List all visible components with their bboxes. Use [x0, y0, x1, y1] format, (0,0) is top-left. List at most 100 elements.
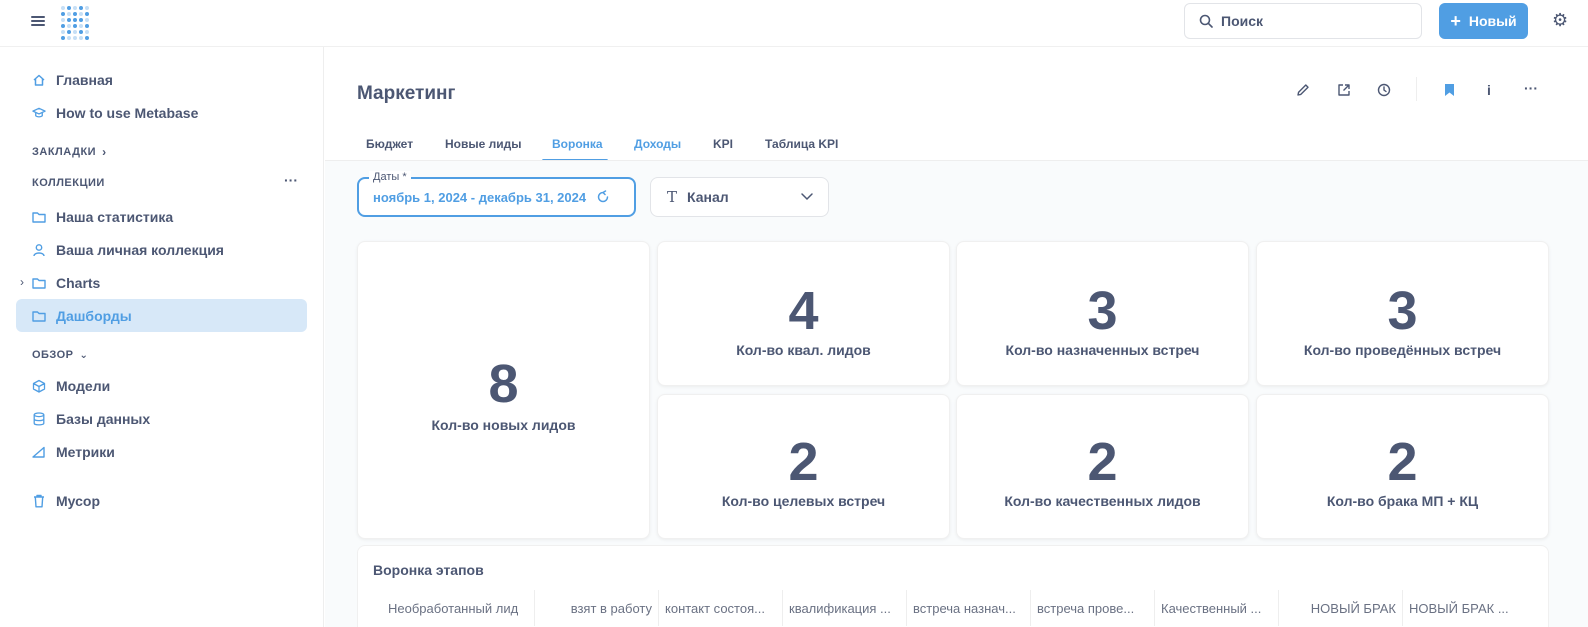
- sidebar-item-trash[interactable]: Мусор: [16, 484, 307, 517]
- scalar-value: 2: [1387, 432, 1418, 492]
- channel-filter-label: Канал: [687, 189, 729, 205]
- sidebar-item-charts[interactable]: Charts: [16, 266, 307, 299]
- new-button[interactable]: + Новый: [1439, 3, 1528, 39]
- scalar-value: 2: [1087, 432, 1118, 492]
- header-divider: [1416, 77, 1417, 101]
- tab-kpi-table[interactable]: Таблица KPI: [765, 137, 838, 151]
- scalar-caption: Кол-во квал. лидов: [736, 342, 871, 358]
- metabase-logo[interactable]: [61, 6, 89, 40]
- history-icon[interactable]: [1374, 79, 1394, 101]
- funnel-column-header[interactable]: НОВЫЙ БРАК ...: [1403, 590, 1527, 626]
- sidebar-item-label: Ваша личная коллекция: [56, 241, 224, 258]
- top-bar: Поиск + Новый ⚙: [0, 0, 1588, 47]
- tab-budget[interactable]: Бюджет: [366, 137, 413, 151]
- sidebar: Главная How to use Metabase ЗАКЛАДКИ › К…: [0, 47, 324, 627]
- scalar-card-target-meetings[interactable]: 2 Кол-во целевых встреч: [657, 394, 950, 539]
- chevron-down-icon: [801, 193, 813, 201]
- funnel-column-header[interactable]: НОВЫЙ БРАК: [1279, 590, 1403, 626]
- trash-icon: [32, 494, 46, 508]
- sidebar-toggle-icon[interactable]: [31, 14, 45, 28]
- edit-icon[interactable]: [1293, 79, 1313, 101]
- sidebar-item-label: Charts: [56, 274, 101, 291]
- sidebar-item-databases[interactable]: Базы данных: [16, 402, 307, 435]
- sidebar-item-how-to-use[interactable]: How to use Metabase: [16, 96, 307, 129]
- database-icon: [32, 411, 46, 426]
- scalar-value: 3: [1087, 281, 1118, 341]
- funnel-column-header[interactable]: Необработанный лид: [382, 590, 535, 626]
- chevron-right-icon: ›: [102, 145, 107, 159]
- learn-icon: [32, 106, 46, 120]
- scalar-caption: Кол-во проведённых встреч: [1303, 342, 1502, 358]
- bookmark-icon[interactable]: [1439, 79, 1459, 101]
- scalar-caption: Кол-во назначенных встреч: [1005, 342, 1200, 358]
- sidebar-item-label: Наша статистика: [56, 208, 174, 225]
- sidebar-item-dashboards[interactable]: Дашборды: [16, 299, 307, 332]
- reset-icon[interactable]: [596, 190, 610, 204]
- scalar-caption: Кол-во целевых встреч: [721, 493, 886, 509]
- scalar-card-defects[interactable]: 2 Кол-во брака МП + КЦ: [1256, 394, 1549, 539]
- home-icon: [32, 73, 46, 87]
- tab-revenue[interactable]: Доходы: [634, 137, 681, 151]
- sidebar-item-label: Модели: [56, 377, 111, 394]
- more-options-icon[interactable]: ···: [1521, 77, 1541, 99]
- scalar-card-new-leads[interactable]: 8 Кол-во новых лидов: [357, 241, 650, 539]
- scalar-caption: Кол-во качественных лидов: [1004, 493, 1201, 509]
- scalar-value: 8: [488, 354, 519, 414]
- scalar-card-qualified-leads[interactable]: 4 Кол-во квал. лидов: [657, 241, 950, 386]
- tab-funnel[interactable]: Воронка: [552, 137, 603, 151]
- scalar-card-scheduled-meetings[interactable]: 3 Кол-во назначенных встреч: [956, 241, 1249, 386]
- scalar-caption: Кол-во новых лидов: [431, 417, 576, 433]
- date-filter[interactable]: Даты * ноябрь 1, 2024 - декабрь 31, 2024: [357, 171, 636, 217]
- channel-filter[interactable]: T Канал: [650, 177, 829, 217]
- date-filter-value: ноябрь 1, 2024 - декабрь 31, 2024: [373, 189, 587, 205]
- metric-icon: [32, 445, 46, 459]
- scalar-card-held-meetings[interactable]: 3 Кол-во проведённых встреч: [1256, 241, 1549, 386]
- folder-icon: [32, 309, 46, 323]
- main-content: Маркетинг i ··· Бюджет Новые лиды Воронк…: [325, 47, 1588, 627]
- collections-heading: КОЛЛЕКЦИИ: [32, 177, 105, 189]
- search-placeholder: Поиск: [1221, 13, 1264, 29]
- scalar-caption: Кол-во брака МП + КЦ: [1326, 493, 1479, 509]
- bookmarks-heading-label: ЗАКЛАДКИ: [32, 146, 97, 158]
- search-input[interactable]: Поиск: [1184, 3, 1422, 39]
- sidebar-item-models[interactable]: Модели: [16, 369, 307, 402]
- funnel-column-header[interactable]: Качественный ...: [1155, 590, 1279, 626]
- scalar-card-quality-leads[interactable]: 2 Кол-во качественных лидов: [956, 394, 1249, 539]
- info-icon[interactable]: i: [1479, 79, 1499, 101]
- scalar-value: 3: [1387, 281, 1418, 341]
- sidebar-item-label: Базы данных: [56, 410, 151, 427]
- sidebar-item-personal-collection[interactable]: Ваша личная коллекция: [16, 233, 307, 266]
- search-icon: [1199, 14, 1213, 28]
- browse-heading-label: ОБЗОР: [32, 349, 74, 361]
- sidebar-item-home[interactable]: Главная: [16, 63, 307, 96]
- funnel-title: Воронка этапов: [373, 562, 484, 578]
- sidebar-item-label: Дашборды: [56, 307, 132, 324]
- page-title: Маркетинг: [357, 83, 456, 104]
- chevron-down-icon: ⌄: [79, 349, 89, 361]
- funnel-column-header[interactable]: квалификация ...: [783, 590, 907, 626]
- funnel-column-header[interactable]: контакт состоя...: [659, 590, 783, 626]
- browse-heading[interactable]: ОБЗОР ⌄: [32, 349, 88, 361]
- funnel-column-header[interactable]: встреча назнач...: [907, 590, 1031, 626]
- bookmarks-heading[interactable]: ЗАКЛАДКИ ›: [32, 145, 107, 159]
- gear-icon[interactable]: ⚙: [1552, 10, 1572, 30]
- date-filter-label: Даты *: [369, 171, 411, 183]
- funnel-column-header[interactable]: взят в работу: [535, 590, 659, 626]
- funnel-column-header[interactable]: встреча прове...: [1031, 590, 1155, 626]
- sidebar-item-label: Мусор: [56, 492, 100, 509]
- person-icon: [32, 243, 46, 257]
- share-icon[interactable]: [1334, 79, 1354, 101]
- tab-kpi[interactable]: KPI: [713, 137, 733, 151]
- scalar-value: 2: [788, 432, 819, 492]
- collections-heading-label: КОЛЛЕКЦИИ: [32, 177, 105, 189]
- sidebar-item-nasha-statistika[interactable]: Наша статистика: [16, 200, 307, 233]
- sidebar-item-metrics[interactable]: Метрики: [16, 435, 307, 468]
- sidebar-item-label: Главная: [56, 71, 113, 88]
- dashboard-grid: Даты * ноябрь 1, 2024 - декабрь 31, 2024…: [325, 160, 1588, 627]
- plus-icon: +: [1450, 10, 1461, 31]
- funnel-card[interactable]: Воронка этапов Необработанный лид взят в…: [357, 545, 1549, 627]
- model-icon: [32, 379, 46, 393]
- scalar-value: 4: [788, 281, 819, 341]
- tab-new-leads[interactable]: Новые лиды: [445, 137, 522, 151]
- collections-more-icon[interactable]: ···: [284, 172, 298, 188]
